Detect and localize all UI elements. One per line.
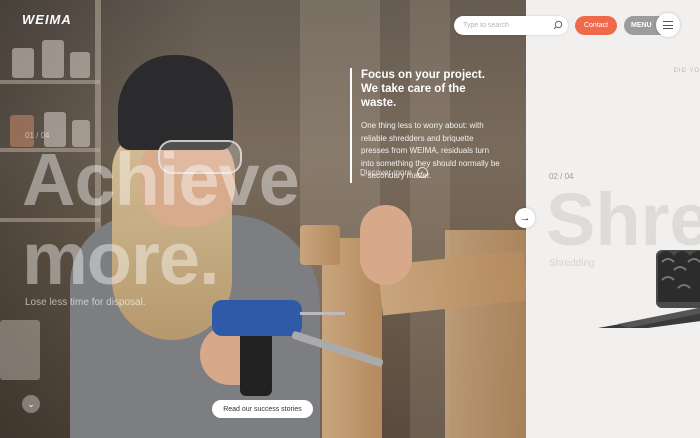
menu-icon[interactable] [656,13,680,37]
discover-more-label: Discover more [360,168,412,177]
headline-line2: more. [22,217,220,300]
jar [0,320,40,380]
side-note: DID YO [673,68,700,74]
search-input[interactable] [463,19,548,32]
jar [12,48,34,78]
hero-slide: WEIMA 01 / 04 Achieve more. Lose less ti… [0,0,526,438]
person-arm [360,205,412,285]
next-slide-panel[interactable]: DID YO 02 / 04 Shre Shredding [526,0,700,438]
circle-arrow-icon: › [416,167,428,178]
chevron-down-icon[interactable]: ⌄ [22,395,40,413]
discover-more-link[interactable]: Discover more › [360,167,428,178]
headline-line1: Achieve [22,138,300,221]
drill-bit [300,312,345,315]
shredder-machine-image [598,250,700,328]
arrow-right-icon[interactable]: → [515,208,535,228]
contact-button[interactable]: Contact [575,16,617,35]
menu-label: MENU [631,22,652,29]
feature-title: Focus on your project. We take care of t… [361,69,485,109]
search-bar[interactable] [454,16,568,35]
wood-block [300,225,340,265]
success-stories-button[interactable]: Read our success stories [212,400,313,418]
feature-block: Focus on your project. We take care of t… [350,68,501,183]
next-slide-subtitle: Shredding [549,258,595,269]
drill-handle [240,326,272,396]
search-icon[interactable] [553,20,563,30]
wall-panel [410,0,450,438]
person-beanie [118,55,233,150]
weima-logo[interactable]: WEIMA [22,12,72,27]
jar [42,40,64,78]
jar [70,52,90,78]
shelf [0,80,100,84]
power-drill [212,300,302,336]
slide-tagline: Lose less time for disposal. [25,297,146,308]
